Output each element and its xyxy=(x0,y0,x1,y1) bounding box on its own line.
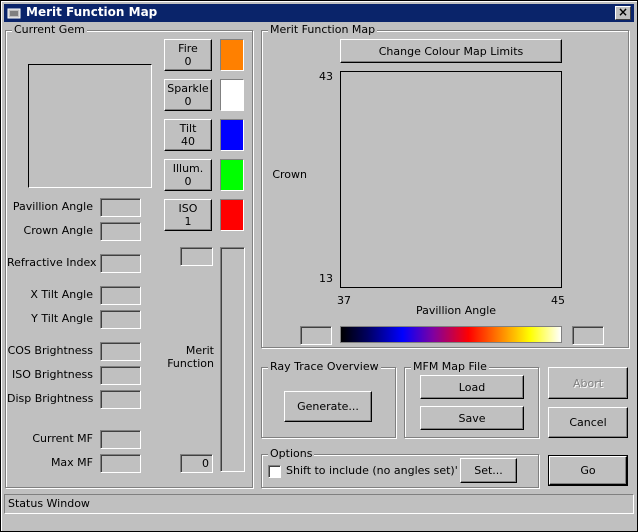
iso-button[interactable]: ISO 1 xyxy=(164,199,212,231)
tilt-color-swatch[interactable] xyxy=(220,119,244,151)
tilt-button-label: Tilt xyxy=(179,122,197,135)
tilt-button[interactable]: Tilt 40 xyxy=(164,119,212,151)
current-mf-field xyxy=(100,430,141,449)
map-plot-area[interactable] xyxy=(340,71,562,288)
cancel-button[interactable]: Cancel xyxy=(548,407,628,438)
x-max-label: 45 xyxy=(551,294,565,307)
sparkle-color-swatch[interactable] xyxy=(220,79,244,111)
shift-include-checkbox-label: Shift to include (no angles set)' xyxy=(286,464,458,477)
scale-max-field xyxy=(572,326,604,345)
scale-min-field xyxy=(300,326,332,345)
illum-color-swatch[interactable] xyxy=(220,159,244,191)
y-axis-label: Crown xyxy=(272,168,307,181)
fire-button-value: 0 xyxy=(184,55,192,68)
load-button-label: Load xyxy=(458,380,486,394)
crown-angle-field xyxy=(100,222,141,241)
tilt-button-value: 40 xyxy=(181,135,195,148)
refractive-index-label: Refractive Index xyxy=(7,256,97,269)
merit-min-value: 0 xyxy=(202,457,209,470)
status-text: Status Window xyxy=(8,497,90,510)
shift-include-checkbox[interactable] xyxy=(268,465,281,478)
set-button-label: Set... xyxy=(474,464,503,477)
y-tilt-angle-field xyxy=(100,310,141,329)
max-mf-label: Max MF xyxy=(50,456,93,469)
function-label: Function xyxy=(167,357,214,370)
generate-button-label: Generate... xyxy=(297,400,359,413)
crown-angle-label: Crown Angle xyxy=(23,224,93,237)
merit-label: Merit xyxy=(185,344,214,357)
current-mf-label: Current MF xyxy=(32,432,93,445)
fire-button[interactable]: Fire 0 xyxy=(164,39,212,71)
x-tilt-angle-field xyxy=(100,286,141,305)
go-button-label: Go xyxy=(580,464,596,477)
y-min-label: 13 xyxy=(319,272,333,285)
iso-button-label: ISO xyxy=(178,202,198,215)
sparkle-button-value: 0 xyxy=(184,95,192,108)
cos-brightness-field xyxy=(100,342,141,361)
iso-brightness-label: ISO Brightness xyxy=(12,368,93,381)
illum-button[interactable]: Illum. 0 xyxy=(164,159,212,191)
x-min-label: 37 xyxy=(337,294,351,307)
abort-button[interactable]: Abort xyxy=(548,367,628,399)
refractive-index-field xyxy=(100,254,141,273)
save-button[interactable]: Save xyxy=(420,406,524,430)
pavillion-angle-label: Pavillion Angle xyxy=(12,200,93,213)
sparkle-button-label: Sparkle xyxy=(167,82,209,95)
mfm-map-file-label: MFM Map File xyxy=(411,360,489,373)
ray-trace-overview-label: Ray Trace Overview xyxy=(268,360,381,373)
illum-button-value: 0 xyxy=(184,175,192,188)
pavillion-angle-field xyxy=(100,198,141,217)
cancel-button-label: Cancel xyxy=(569,416,607,429)
fire-button-label: Fire xyxy=(178,42,198,55)
merit-max-field xyxy=(180,247,213,266)
cos-brightness-label: COS Brightness xyxy=(7,344,93,357)
app-icon xyxy=(7,8,21,19)
status-window: Status Window xyxy=(4,494,634,514)
load-button[interactable]: Load xyxy=(420,375,524,399)
max-mf-field xyxy=(100,454,141,473)
current-gem-label: Current Gem xyxy=(12,23,87,36)
save-button-label: Save xyxy=(458,411,486,425)
go-button[interactable]: Go xyxy=(548,455,628,486)
close-icon: × xyxy=(617,5,629,19)
change-colour-map-limits-button[interactable]: Change Colour Map Limits xyxy=(340,39,562,63)
iso-brightness-field xyxy=(100,366,141,385)
abort-button-label: Abort xyxy=(572,376,604,390)
fire-color-swatch[interactable] xyxy=(220,39,244,71)
y-max-label: 43 xyxy=(319,70,333,83)
close-button[interactable]: × xyxy=(615,6,631,20)
y-tilt-angle-label: Y Tilt Angle xyxy=(31,312,93,325)
colour-scale-bar xyxy=(340,326,562,343)
iso-button-value: 1 xyxy=(184,215,192,228)
sparkle-button[interactable]: Sparkle 0 xyxy=(164,79,212,111)
merit-function-map-label: Merit Function Map xyxy=(268,23,378,36)
merit-function-bar xyxy=(220,247,245,472)
options-label: Options xyxy=(268,447,315,460)
generate-button[interactable]: Generate... xyxy=(284,391,372,422)
x-tilt-angle-label: X Tilt Angle xyxy=(30,288,93,301)
disp-brightness-label: Disp Brightness xyxy=(7,392,94,405)
merit-function-map-window: Merit Function Map × Current Gem Fire 0 … xyxy=(0,0,638,532)
x-axis-label: Pavillion Angle xyxy=(415,304,497,317)
change-colour-map-limits-label: Change Colour Map Limits xyxy=(378,44,524,58)
merit-min-field: 0 xyxy=(180,454,213,473)
disp-brightness-field xyxy=(100,390,141,409)
illum-button-label: Illum. xyxy=(172,162,204,175)
set-button[interactable]: Set... xyxy=(460,458,517,483)
window-title: Merit Function Map xyxy=(26,5,158,19)
gem-preview xyxy=(28,64,152,188)
title-bar[interactable]: Merit Function Map × xyxy=(4,4,634,22)
iso-color-swatch[interactable] xyxy=(220,199,244,231)
